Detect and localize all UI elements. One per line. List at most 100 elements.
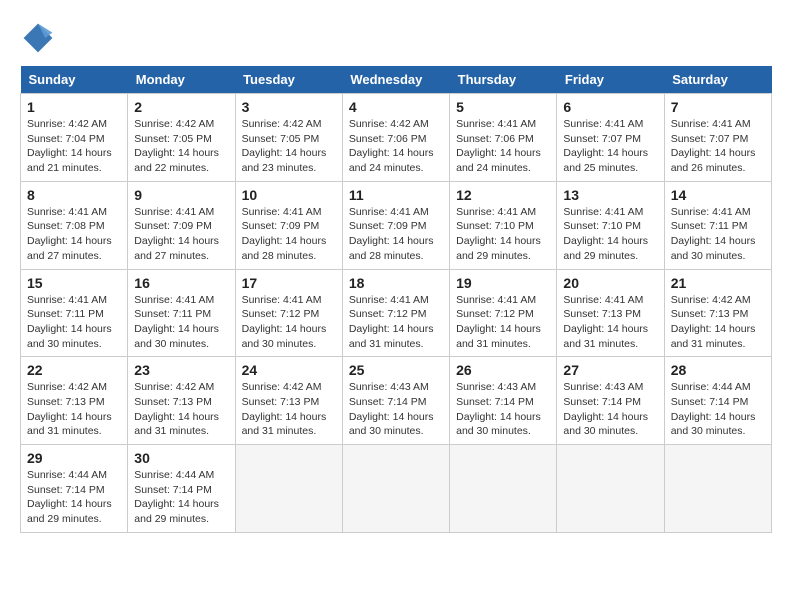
calendar-cell: 1 Sunrise: 4:42 AMSunset: 7:04 PMDayligh… (21, 94, 128, 182)
day-info: Sunrise: 4:43 AMSunset: 7:14 PMDaylight:… (349, 381, 434, 437)
day-info: Sunrise: 4:41 AMSunset: 7:09 PMDaylight:… (134, 206, 219, 262)
day-info: Sunrise: 4:41 AMSunset: 7:10 PMDaylight:… (563, 206, 648, 262)
day-number: 1 (27, 99, 121, 115)
day-number: 25 (349, 362, 443, 378)
calendar-cell: 14 Sunrise: 4:41 AMSunset: 7:11 PMDaylig… (664, 181, 771, 269)
day-info: Sunrise: 4:42 AMSunset: 7:13 PMDaylight:… (134, 381, 219, 437)
weekday-header-row: SundayMondayTuesdayWednesdayThursdayFrid… (21, 66, 772, 94)
day-info: Sunrise: 4:41 AMSunset: 7:09 PMDaylight:… (242, 206, 327, 262)
day-info: Sunrise: 4:43 AMSunset: 7:14 PMDaylight:… (456, 381, 541, 437)
day-info: Sunrise: 4:42 AMSunset: 7:04 PMDaylight:… (27, 118, 112, 174)
day-info: Sunrise: 4:44 AMSunset: 7:14 PMDaylight:… (27, 469, 112, 525)
day-number: 23 (134, 362, 228, 378)
day-number: 2 (134, 99, 228, 115)
calendar-cell: 3 Sunrise: 4:42 AMSunset: 7:05 PMDayligh… (235, 94, 342, 182)
day-number: 16 (134, 275, 228, 291)
calendar-cell (235, 445, 342, 533)
day-number: 6 (563, 99, 657, 115)
calendar-cell: 5 Sunrise: 4:41 AMSunset: 7:06 PMDayligh… (450, 94, 557, 182)
calendar-cell: 9 Sunrise: 4:41 AMSunset: 7:09 PMDayligh… (128, 181, 235, 269)
calendar-cell: 21 Sunrise: 4:42 AMSunset: 7:13 PMDaylig… (664, 269, 771, 357)
calendar-cell: 11 Sunrise: 4:41 AMSunset: 7:09 PMDaylig… (342, 181, 449, 269)
logo (20, 20, 60, 56)
day-info: Sunrise: 4:44 AMSunset: 7:14 PMDaylight:… (134, 469, 219, 525)
day-info: Sunrise: 4:42 AMSunset: 7:05 PMDaylight:… (242, 118, 327, 174)
calendar-table: SundayMondayTuesdayWednesdayThursdayFrid… (20, 66, 772, 533)
day-number: 4 (349, 99, 443, 115)
calendar-cell: 23 Sunrise: 4:42 AMSunset: 7:13 PMDaylig… (128, 357, 235, 445)
calendar-row: 8 Sunrise: 4:41 AMSunset: 7:08 PMDayligh… (21, 181, 772, 269)
weekday-header-friday: Friday (557, 66, 664, 94)
day-info: Sunrise: 4:43 AMSunset: 7:14 PMDaylight:… (563, 381, 648, 437)
day-info: Sunrise: 4:41 AMSunset: 7:12 PMDaylight:… (456, 294, 541, 350)
day-number: 27 (563, 362, 657, 378)
weekday-header-tuesday: Tuesday (235, 66, 342, 94)
page-header (20, 20, 772, 56)
day-info: Sunrise: 4:41 AMSunset: 7:06 PMDaylight:… (456, 118, 541, 174)
calendar-cell: 19 Sunrise: 4:41 AMSunset: 7:12 PMDaylig… (450, 269, 557, 357)
calendar-row: 1 Sunrise: 4:42 AMSunset: 7:04 PMDayligh… (21, 94, 772, 182)
day-info: Sunrise: 4:41 AMSunset: 7:11 PMDaylight:… (134, 294, 219, 350)
calendar-body: 1 Sunrise: 4:42 AMSunset: 7:04 PMDayligh… (21, 94, 772, 533)
day-number: 19 (456, 275, 550, 291)
day-number: 17 (242, 275, 336, 291)
weekday-header-thursday: Thursday (450, 66, 557, 94)
day-info: Sunrise: 4:41 AMSunset: 7:07 PMDaylight:… (563, 118, 648, 174)
day-info: Sunrise: 4:42 AMSunset: 7:06 PMDaylight:… (349, 118, 434, 174)
day-number: 20 (563, 275, 657, 291)
day-info: Sunrise: 4:41 AMSunset: 7:11 PMDaylight:… (27, 294, 112, 350)
day-number: 11 (349, 187, 443, 203)
calendar-cell: 6 Sunrise: 4:41 AMSunset: 7:07 PMDayligh… (557, 94, 664, 182)
calendar-cell: 28 Sunrise: 4:44 AMSunset: 7:14 PMDaylig… (664, 357, 771, 445)
calendar-cell: 16 Sunrise: 4:41 AMSunset: 7:11 PMDaylig… (128, 269, 235, 357)
day-number: 12 (456, 187, 550, 203)
day-number: 15 (27, 275, 121, 291)
day-info: Sunrise: 4:42 AMSunset: 7:13 PMDaylight:… (242, 381, 327, 437)
calendar-row: 22 Sunrise: 4:42 AMSunset: 7:13 PMDaylig… (21, 357, 772, 445)
day-number: 30 (134, 450, 228, 466)
calendar-row: 15 Sunrise: 4:41 AMSunset: 7:11 PMDaylig… (21, 269, 772, 357)
day-info: Sunrise: 4:41 AMSunset: 7:08 PMDaylight:… (27, 206, 112, 262)
day-number: 29 (27, 450, 121, 466)
weekday-header-sunday: Sunday (21, 66, 128, 94)
calendar-cell: 10 Sunrise: 4:41 AMSunset: 7:09 PMDaylig… (235, 181, 342, 269)
day-info: Sunrise: 4:41 AMSunset: 7:10 PMDaylight:… (456, 206, 541, 262)
day-number: 3 (242, 99, 336, 115)
day-number: 26 (456, 362, 550, 378)
day-number: 8 (27, 187, 121, 203)
calendar-row: 29 Sunrise: 4:44 AMSunset: 7:14 PMDaylig… (21, 445, 772, 533)
day-info: Sunrise: 4:41 AMSunset: 7:09 PMDaylight:… (349, 206, 434, 262)
day-number: 21 (671, 275, 765, 291)
calendar-cell: 2 Sunrise: 4:42 AMSunset: 7:05 PMDayligh… (128, 94, 235, 182)
calendar-cell: 22 Sunrise: 4:42 AMSunset: 7:13 PMDaylig… (21, 357, 128, 445)
logo-icon (20, 20, 56, 56)
calendar-cell: 7 Sunrise: 4:41 AMSunset: 7:07 PMDayligh… (664, 94, 771, 182)
day-info: Sunrise: 4:42 AMSunset: 7:05 PMDaylight:… (134, 118, 219, 174)
calendar-cell: 27 Sunrise: 4:43 AMSunset: 7:14 PMDaylig… (557, 357, 664, 445)
day-number: 18 (349, 275, 443, 291)
calendar-cell: 13 Sunrise: 4:41 AMSunset: 7:10 PMDaylig… (557, 181, 664, 269)
calendar-cell (557, 445, 664, 533)
day-info: Sunrise: 4:42 AMSunset: 7:13 PMDaylight:… (671, 294, 756, 350)
day-info: Sunrise: 4:41 AMSunset: 7:13 PMDaylight:… (563, 294, 648, 350)
day-info: Sunrise: 4:42 AMSunset: 7:13 PMDaylight:… (27, 381, 112, 437)
day-number: 5 (456, 99, 550, 115)
day-number: 13 (563, 187, 657, 203)
calendar-cell: 15 Sunrise: 4:41 AMSunset: 7:11 PMDaylig… (21, 269, 128, 357)
weekday-header-wednesday: Wednesday (342, 66, 449, 94)
calendar-cell: 30 Sunrise: 4:44 AMSunset: 7:14 PMDaylig… (128, 445, 235, 533)
calendar-cell (342, 445, 449, 533)
calendar-cell: 24 Sunrise: 4:42 AMSunset: 7:13 PMDaylig… (235, 357, 342, 445)
day-info: Sunrise: 4:44 AMSunset: 7:14 PMDaylight:… (671, 381, 756, 437)
calendar-cell: 18 Sunrise: 4:41 AMSunset: 7:12 PMDaylig… (342, 269, 449, 357)
day-info: Sunrise: 4:41 AMSunset: 7:07 PMDaylight:… (671, 118, 756, 174)
day-number: 9 (134, 187, 228, 203)
calendar-cell: 29 Sunrise: 4:44 AMSunset: 7:14 PMDaylig… (21, 445, 128, 533)
calendar-cell: 26 Sunrise: 4:43 AMSunset: 7:14 PMDaylig… (450, 357, 557, 445)
weekday-header-saturday: Saturday (664, 66, 771, 94)
calendar-cell (450, 445, 557, 533)
calendar-cell: 25 Sunrise: 4:43 AMSunset: 7:14 PMDaylig… (342, 357, 449, 445)
calendar-cell: 12 Sunrise: 4:41 AMSunset: 7:10 PMDaylig… (450, 181, 557, 269)
day-number: 10 (242, 187, 336, 203)
calendar-cell (664, 445, 771, 533)
